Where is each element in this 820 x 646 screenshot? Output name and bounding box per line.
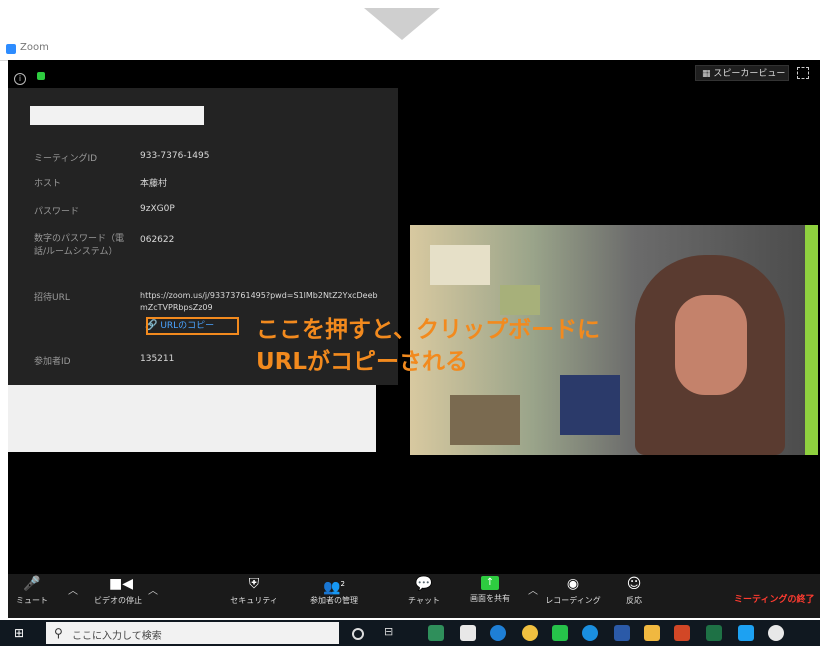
participant-face bbox=[675, 295, 747, 395]
redacted-area bbox=[8, 385, 376, 452]
cortana-icon[interactable] bbox=[352, 628, 364, 640]
password-value: 9zXG0P bbox=[140, 204, 175, 214]
file-explorer-icon[interactable] bbox=[644, 625, 660, 641]
chrome-icon[interactable] bbox=[768, 625, 784, 641]
security-button[interactable]: ⛨ セキュリティ bbox=[224, 576, 284, 606]
participant-id-value: 135211 bbox=[140, 354, 175, 364]
share-options-chevron-icon[interactable]: ︿ bbox=[528, 582, 538, 597]
view-label: スピーカービュー bbox=[713, 69, 786, 79]
host-value: 本藤村 bbox=[140, 179, 168, 189]
end-meeting-button[interactable]: ミーティングの終了 bbox=[734, 592, 814, 605]
callout-line-1: ここを押すと、クリップボードに bbox=[256, 317, 601, 343]
video-edge bbox=[805, 225, 818, 455]
video-block bbox=[560, 375, 620, 435]
audio-options-chevron-icon[interactable]: ︿ bbox=[68, 582, 78, 597]
video-block bbox=[500, 285, 540, 315]
fullscreen-icon[interactable] bbox=[797, 67, 809, 79]
windows-start-icon[interactable]: ⊞ bbox=[14, 627, 26, 639]
excel-icon[interactable] bbox=[706, 625, 722, 641]
mute-button[interactable]: 🎤 ミュート bbox=[10, 576, 54, 606]
meeting-id-label: ミーティングID bbox=[34, 154, 98, 164]
grid-icon: ▦ bbox=[702, 69, 714, 79]
annotation-callout: ここを押すと、クリップボードに URLがコピーされる bbox=[256, 314, 600, 378]
microphone-icon: 🎤 bbox=[23, 576, 41, 592]
mute-label: ミュート bbox=[16, 596, 48, 605]
info-icon[interactable]: i bbox=[14, 73, 26, 85]
participants-icon: 👥2 bbox=[323, 579, 345, 596]
twitter-icon[interactable] bbox=[738, 625, 754, 641]
chat-label: チャット bbox=[408, 596, 440, 605]
windows-taskbar: ⊞ ⚲ ここに入力して検索 ⊟ bbox=[0, 620, 820, 646]
search-icon: ⚲ bbox=[54, 626, 63, 640]
browser-icon[interactable] bbox=[490, 625, 506, 641]
shield-icon: ⛨ bbox=[248, 576, 260, 592]
edge-icon[interactable] bbox=[582, 625, 598, 641]
password-label: パスワード bbox=[34, 207, 80, 217]
emoji-icon: ☺ bbox=[626, 576, 642, 592]
participant-id-label: 参加者ID bbox=[34, 357, 71, 367]
video-options-chevron-icon[interactable]: ︿ bbox=[148, 582, 158, 597]
down-arrow-indicator bbox=[364, 8, 440, 40]
record-button[interactable]: ◉ レコーディング bbox=[540, 576, 606, 606]
share-screen-icon: ↑ bbox=[481, 576, 499, 590]
reactions-button[interactable]: ☺ 反応 bbox=[614, 576, 654, 606]
app-icon[interactable] bbox=[428, 625, 444, 641]
share-screen-button[interactable]: ↑ 画面を共有 bbox=[462, 576, 518, 604]
reactions-label: 反応 bbox=[626, 596, 642, 605]
redacted-meeting-title bbox=[30, 106, 204, 125]
copy-url-highlight-box bbox=[146, 317, 239, 335]
participants-button[interactable]: 👥2 参加者の管理 bbox=[301, 576, 367, 606]
participants-label: 参加者の管理 bbox=[310, 596, 358, 605]
meeting-status-icons: i bbox=[14, 66, 46, 85]
record-icon: ◉ bbox=[566, 576, 580, 592]
search-placeholder: ここに入力して検索 bbox=[72, 631, 162, 642]
task-view-icon[interactable]: ⊟ bbox=[384, 625, 400, 641]
store-icon[interactable] bbox=[460, 625, 476, 641]
share-label: 画面を共有 bbox=[470, 594, 510, 603]
callout-line-2: URLがコピーされる bbox=[256, 349, 469, 375]
chat-button[interactable]: 💬 チャット bbox=[404, 576, 444, 606]
powerpoint-icon[interactable] bbox=[674, 625, 690, 641]
taskbar-search-box[interactable]: ⚲ ここに入力して検索 bbox=[46, 622, 339, 644]
app-icon[interactable] bbox=[614, 625, 630, 641]
stop-video-button[interactable]: ■◀ ビデオの停止 bbox=[86, 576, 150, 606]
meeting-id-value: 933-7376-1495 bbox=[140, 151, 210, 161]
zoom-logo-icon bbox=[6, 44, 16, 54]
stop-video-label: ビデオの停止 bbox=[94, 596, 142, 605]
window-title: Zoom bbox=[20, 42, 49, 53]
video-camera-icon: ■◀ bbox=[109, 576, 133, 592]
numeric-password-label: 数字のパスワード（電話/ルームシステム） bbox=[34, 234, 125, 257]
meeting-toolbar: 🎤 ミュート ︿ ■◀ ビデオの停止 ︿ ⛨ セキュリティ 👥2 参加者の管理 … bbox=[8, 574, 820, 618]
participants-count: 2 bbox=[340, 580, 345, 588]
line-icon[interactable] bbox=[552, 625, 568, 641]
host-label: ホスト bbox=[34, 179, 62, 189]
invite-url-label: 招待URL bbox=[34, 293, 70, 303]
security-label: セキュリティ bbox=[230, 596, 278, 605]
speaker-view-button[interactable]: ▦ スピーカービュー bbox=[695, 65, 789, 81]
numeric-password-value: 062622 bbox=[140, 235, 175, 245]
window-titlebar: Zoom bbox=[0, 40, 820, 61]
video-block bbox=[450, 395, 520, 445]
video-block bbox=[430, 245, 490, 285]
invite-url-value: https://zoom.us/j/93373761495?pwd=S1lMb2… bbox=[140, 291, 378, 312]
record-label: レコーディング bbox=[545, 596, 601, 605]
app-icon[interactable] bbox=[522, 625, 538, 641]
lock-icon[interactable] bbox=[37, 72, 46, 80]
chat-icon: 💬 bbox=[415, 576, 433, 592]
